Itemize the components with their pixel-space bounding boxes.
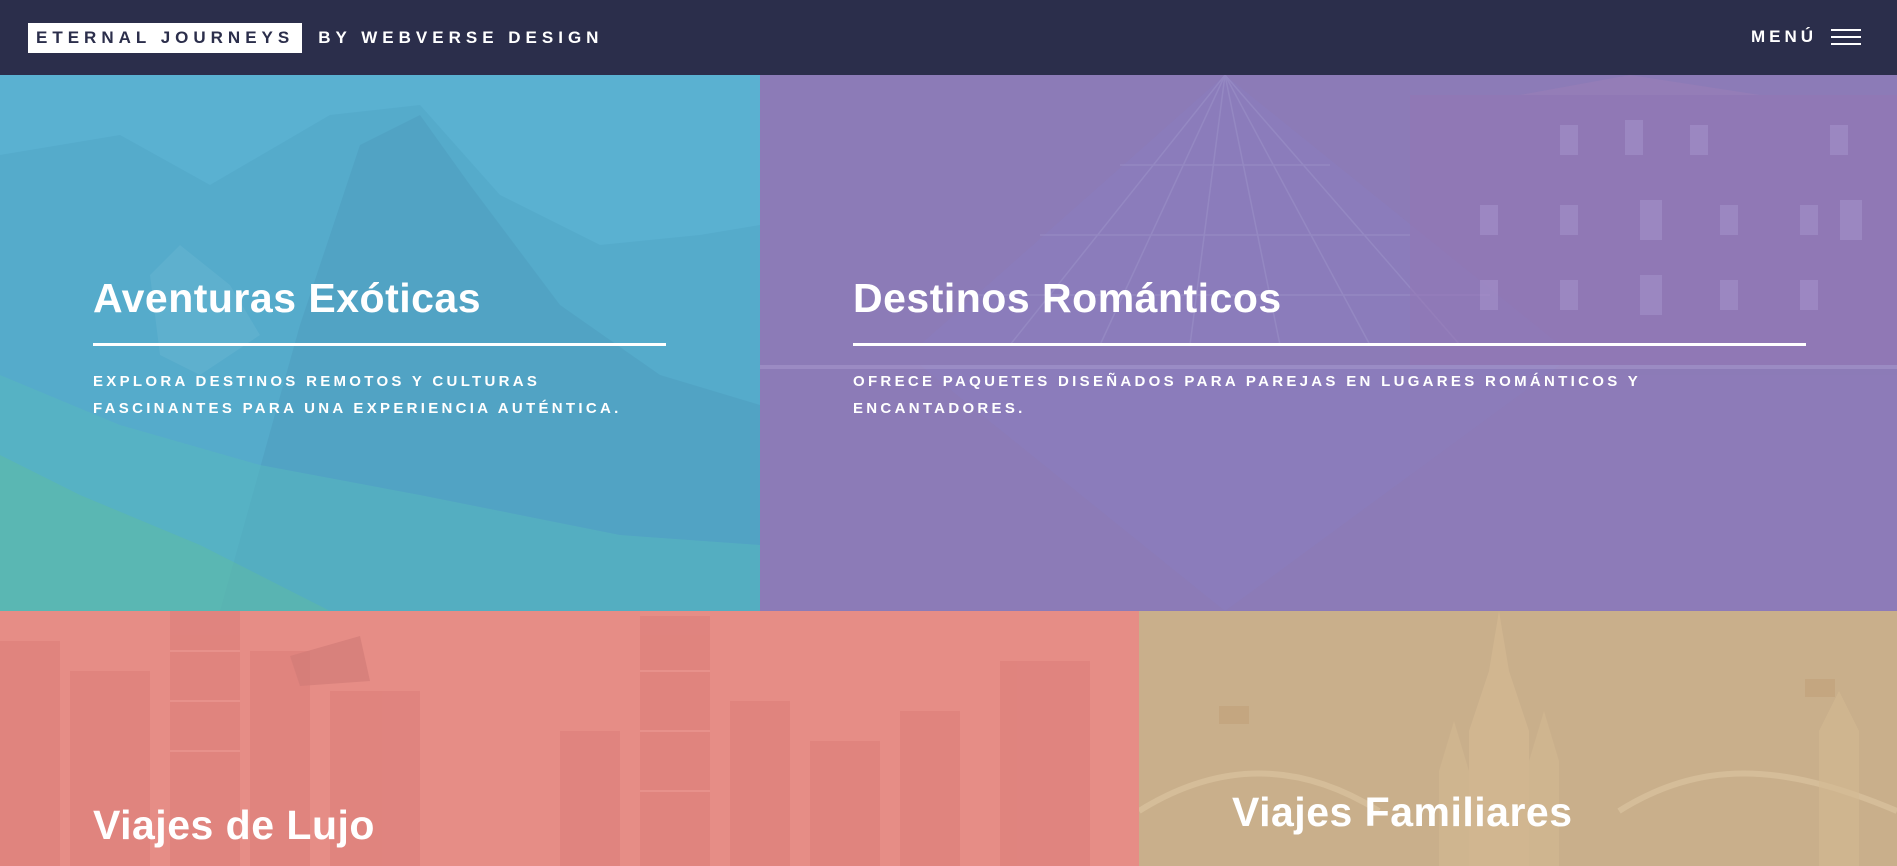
top-bar: ETERNAL JOURNEYS BY WEBVERSE DESIGN MENÚ [0, 0, 1897, 75]
brand-logo[interactable]: ETERNAL JOURNEYS BY WEBVERSE DESIGN [28, 23, 603, 53]
brand-name: ETERNAL JOURNEYS [28, 23, 303, 53]
tile-title: Destinos Románticos [853, 275, 1282, 321]
menu-label: MENÚ [1750, 27, 1817, 46]
tile-description: OFRECE PAQUETES DISEÑADOS PARA PAREJAS E… [853, 373, 1641, 417]
tile-description: EXPLORA DESTINOS REMOTOS Y CULTURAS FASC… [93, 373, 622, 417]
tile-title: Viajes de Lujo [93, 802, 375, 848]
tile-viajes-familiares[interactable]: Viajes Familiares [1139, 611, 1897, 866]
tile-viajes-de-lujo[interactable]: Viajes de Lujo [0, 611, 1139, 866]
title-divider [93, 343, 666, 346]
menu-button[interactable]: MENÚ [1751, 27, 1861, 47]
tile-destinos-romanticos[interactable]: Destinos Románticos OFRECE PAQUETES DISE… [760, 75, 1897, 611]
hamburger-icon [1831, 29, 1861, 45]
tile-title: Aventuras Exóticas [93, 275, 482, 321]
brand-byline: BY WEBVERSE DESIGN [318, 28, 604, 47]
title-divider [853, 343, 1806, 346]
tile-aventuras-exoticas[interactable]: Aventuras Exóticas EXPLORA DESTINOS REMO… [0, 75, 760, 611]
tile-title: Viajes Familiares [1232, 789, 1573, 835]
